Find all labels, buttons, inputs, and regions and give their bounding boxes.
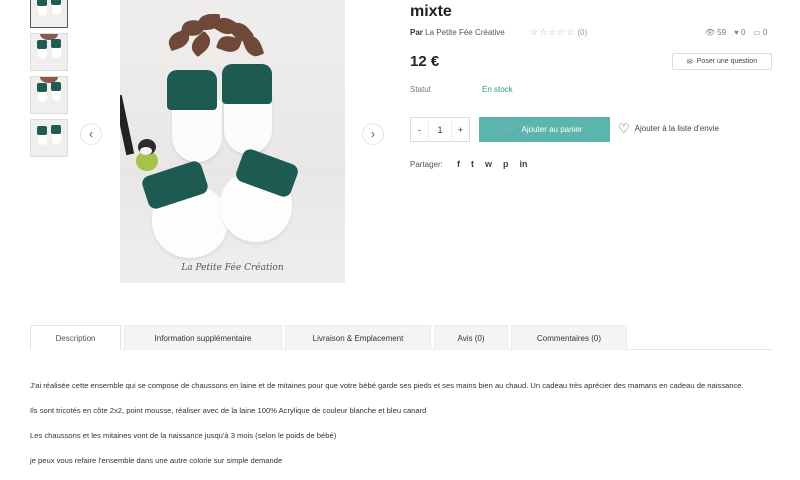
share-label: Partager: — [410, 160, 443, 169]
add-to-cart-button[interactable]: 🛒 Ajouter au panier — [479, 117, 610, 142]
product-tabs: Description Information supplémentaire L… — [30, 325, 772, 350]
rating[interactable]: ☆☆☆☆☆ (0) — [530, 27, 587, 38]
product-price: 12 € — [410, 53, 440, 70]
tab-additional-info[interactable]: Information supplémentaire — [124, 325, 282, 350]
heart-icon: ♥ — [734, 28, 739, 37]
image-watermark: La Petite Fée Création — [181, 263, 284, 273]
status-label: Statut — [410, 85, 431, 94]
add-to-cart-label: Ajouter au panier — [521, 125, 583, 134]
description-paragraph: J'ai réalisée cette ensemble qui se comp… — [30, 381, 744, 390]
product-main-image[interactable]: La Petite Fée Création — [120, 0, 345, 283]
thumbnail[interactable] — [30, 0, 68, 28]
seller-line: Par La Petite Fée Créative — [410, 28, 505, 37]
tab-shipping[interactable]: Livraison & Emplacement — [285, 325, 431, 350]
shop-link[interactable]: La Petite Fée Créative — [425, 28, 505, 37]
tab-description[interactable]: Description — [30, 325, 121, 350]
pinterest-icon[interactable]: p — [503, 159, 509, 169]
product-title: mixte — [410, 3, 452, 20]
bootie-left-cuff — [167, 70, 217, 110]
twitter-icon[interactable]: t — [471, 159, 474, 169]
bird-decoration — [132, 135, 160, 173]
heart-outline-icon: ♡ — [618, 121, 630, 136]
gallery-next-button[interactable]: › — [362, 123, 384, 145]
quantity-stepper: - 1 + — [410, 117, 470, 142]
whatsapp-icon[interactable]: w — [485, 159, 492, 169]
gallery-prev-button[interactable]: ‹ — [80, 123, 102, 145]
envelope-icon: ✉ — [686, 58, 693, 66]
comments-stat[interactable]: ▭ 0 — [753, 28, 767, 37]
linkedin-icon[interactable]: in — [520, 159, 528, 169]
flower-decoration — [160, 10, 270, 65]
wishlist-label: Ajouter à la liste d'envie — [634, 124, 719, 133]
thumbnail[interactable] — [30, 119, 68, 157]
stock-status: En stock — [482, 85, 513, 94]
comment-icon: ▭ — [753, 28, 761, 37]
description-paragraph: Les chaussons et les mitaines vont de la… — [30, 431, 337, 440]
chevron-left-icon: ‹ — [89, 127, 93, 141]
likes-stat[interactable]: ♥ 0 — [734, 28, 745, 37]
bootie-right-cuff — [222, 64, 272, 104]
thumbnail-strip — [30, 0, 70, 162]
description-paragraph: je peux vous refaire l'ensemble dans une… — [30, 456, 283, 465]
chevron-right-icon: › — [371, 127, 375, 141]
product-stats: 👁 59 ♥ 0 ▭ 0 — [705, 28, 767, 37]
quantity-increase-button[interactable]: + — [452, 125, 469, 135]
views-stat: 👁 59 — [705, 28, 727, 37]
quantity-input[interactable]: 1 — [428, 118, 452, 141]
description-paragraph: Ils sont tricotés en côte 2x2, point mou… — [30, 406, 427, 415]
star-rating-icon: ☆☆☆☆☆ — [530, 27, 576, 37]
tab-comments[interactable]: Commentaires (0) — [511, 325, 627, 350]
thumbnail[interactable] — [30, 76, 68, 114]
cart-icon: 🛒 — [506, 125, 517, 134]
share-icons: f t w p in — [457, 159, 528, 169]
thumbnail[interactable] — [30, 33, 68, 71]
facebook-icon[interactable]: f — [457, 159, 460, 169]
description-content: J'ai réalisée cette ensemble qui se comp… — [30, 379, 772, 479]
rating-count: (0) — [577, 28, 588, 37]
eye-icon: 👁 — [705, 28, 716, 37]
quantity-decrease-button[interactable]: - — [411, 125, 428, 135]
add-to-wishlist-link[interactable]: ♡ Ajouter à la liste d'envie — [618, 122, 719, 135]
ask-question-label: Poser une question — [696, 58, 758, 65]
ask-question-button[interactable]: ✉ Poser une question — [672, 53, 772, 70]
tab-reviews[interactable]: Avis (0) — [434, 325, 508, 350]
by-prefix: Par — [410, 28, 423, 37]
